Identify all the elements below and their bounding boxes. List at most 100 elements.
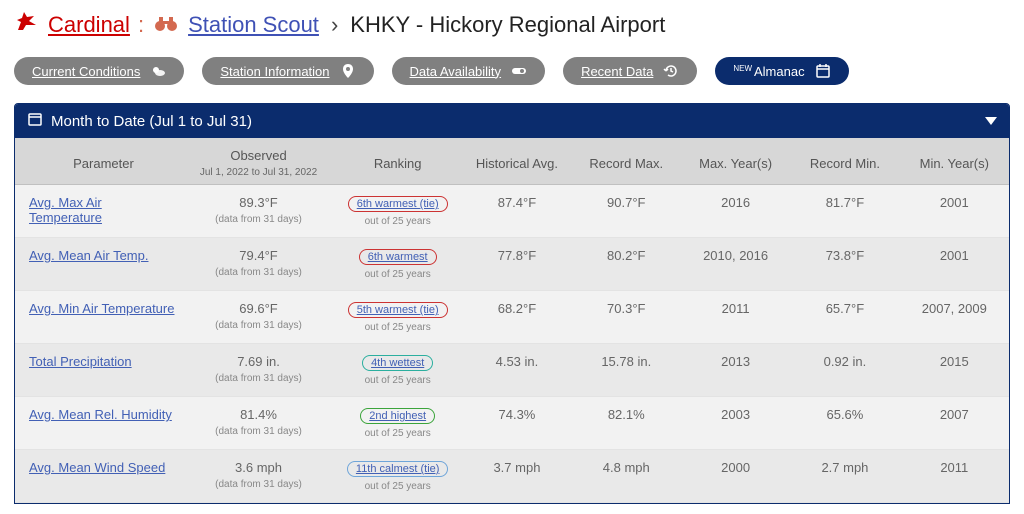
max-year-cell: 2000 (681, 450, 790, 503)
historical-avg-cell: 68.2°F (462, 291, 571, 344)
min-year-cell: 2015 (900, 344, 1009, 397)
ranking-pill[interactable]: 11th calmest (tie) (347, 461, 449, 477)
calendar-icon (815, 63, 831, 79)
almanac-table: Parameter ObservedJul 1, 2022 to Jul 31,… (15, 138, 1009, 503)
new-badge: NEW (733, 64, 752, 73)
calendar-icon (27, 111, 43, 131)
parameter-link[interactable]: Avg. Max Air Temperature (29, 195, 102, 225)
tab-data-availability[interactable]: Data Availability (392, 57, 546, 85)
ranking-cell: 11th calmest (tie)out of 25 years (333, 450, 462, 503)
table-row: Avg. Max Air Temperature 89.3°F(data from… (15, 185, 1009, 238)
tab-label: Current Conditions (32, 64, 140, 79)
parameter-link[interactable]: Total Precipitation (29, 354, 132, 369)
min-year-cell: 2007, 2009 (900, 291, 1009, 344)
ranking-pill[interactable]: 5th warmest (tie) (348, 302, 448, 318)
tab-label: Recent Data (581, 64, 653, 79)
ranking-pill[interactable]: 6th warmest (tie) (348, 196, 448, 212)
toggle-icon (511, 63, 527, 79)
observed-cell: 79.4°F(data from 31 days) (184, 238, 333, 291)
parameter-link[interactable]: Avg. Mean Air Temp. (29, 248, 148, 263)
almanac-panel: Month to Date (Jul 1 to Jul 31) Paramete… (14, 103, 1010, 504)
table-row: Avg. Mean Wind Speed 3.6 mph(data from 31… (15, 450, 1009, 503)
sun-cloud-icon (150, 63, 166, 79)
panel-header[interactable]: Month to Date (Jul 1 to Jul 31) (15, 104, 1009, 138)
historical-avg-cell: 87.4°F (462, 185, 571, 238)
observed-cell: 7.69 in.(data from 31 days) (184, 344, 333, 397)
station-title: KHKY - Hickory Regional Airport (350, 12, 665, 38)
max-year-cell: 2011 (681, 291, 790, 344)
col-max-years: Max. Year(s) (681, 138, 790, 185)
table-row: Total Precipitation 7.69 in.(data from 31… (15, 344, 1009, 397)
col-record-max: Record Max. (572, 138, 681, 185)
tab-label: Station Information (220, 64, 329, 79)
max-year-cell: 2003 (681, 397, 790, 450)
record-max-cell: 90.7°F (572, 185, 681, 238)
ranking-cell: 6th warmestout of 25 years (333, 238, 462, 291)
historical-avg-cell: 4.53 in. (462, 344, 571, 397)
tab-current-conditions[interactable]: Current Conditions (14, 57, 184, 85)
min-year-cell: 2011 (900, 450, 1009, 503)
record-max-cell: 4.8 mph (572, 450, 681, 503)
table-header-row: Parameter ObservedJul 1, 2022 to Jul 31,… (15, 138, 1009, 185)
parameter-link[interactable]: Avg. Mean Rel. Humidity (29, 407, 172, 422)
ranking-cell: 2nd highestout of 25 years (333, 397, 462, 450)
tab-almanac[interactable]: NEWAlmanac (715, 57, 848, 85)
panel-title: Month to Date (Jul 1 to Jul 31) (51, 113, 252, 130)
colon-text: : (138, 12, 144, 38)
min-year-cell: 2007 (900, 397, 1009, 450)
historical-avg-cell: 3.7 mph (462, 450, 571, 503)
tab-station-information[interactable]: Station Information (202, 57, 373, 85)
observed-cell: 3.6 mph(data from 31 days) (184, 450, 333, 503)
binoculars-icon (154, 12, 178, 38)
col-parameter: Parameter (15, 138, 184, 185)
ranking-pill[interactable]: 2nd highest (360, 408, 435, 424)
ranking-cell: 5th warmest (tie)out of 25 years (333, 291, 462, 344)
col-min-years: Min. Year(s) (900, 138, 1009, 185)
cardinal-bird-icon (14, 10, 40, 39)
table-row: Avg. Mean Air Temp. 79.4°F(data from 31 d… (15, 238, 1009, 291)
col-ranking: Ranking (333, 138, 462, 185)
historical-avg-cell: 77.8°F (462, 238, 571, 291)
ranking-cell: 4th wettestout of 25 years (333, 344, 462, 397)
record-min-cell: 0.92 in. (790, 344, 899, 397)
observed-cell: 81.4%(data from 31 days) (184, 397, 333, 450)
chevron-right-icon: › (331, 12, 338, 38)
ranking-pill[interactable]: 4th wettest (362, 355, 433, 371)
max-year-cell: 2013 (681, 344, 790, 397)
station-scout-link[interactable]: Station Scout (188, 12, 319, 38)
table-row: Avg. Min Air Temperature 69.6°F(data from… (15, 291, 1009, 344)
record-min-cell: 2.7 mph (790, 450, 899, 503)
observed-cell: 69.6°F(data from 31 days) (184, 291, 333, 344)
observed-cell: 89.3°F(data from 31 days) (184, 185, 333, 238)
collapse-icon[interactable] (985, 117, 997, 125)
record-min-cell: 65.7°F (790, 291, 899, 344)
record-max-cell: 70.3°F (572, 291, 681, 344)
col-historical-avg: Historical Avg. (462, 138, 571, 185)
min-year-cell: 2001 (900, 238, 1009, 291)
tab-bar: Current Conditions Station Information D… (14, 53, 1010, 85)
map-pin-icon (340, 63, 356, 79)
record-max-cell: 15.78 in. (572, 344, 681, 397)
max-year-cell: 2016 (681, 185, 790, 238)
tab-label: Almanac (754, 64, 805, 79)
record-max-cell: 80.2°F (572, 238, 681, 291)
tab-recent-data[interactable]: Recent Data (563, 57, 697, 85)
cardinal-link[interactable]: Cardinal (48, 12, 130, 38)
record-min-cell: 81.7°F (790, 185, 899, 238)
col-observed: ObservedJul 1, 2022 to Jul 31, 2022 (184, 138, 333, 185)
tab-label: Data Availability (410, 64, 502, 79)
ranking-pill[interactable]: 6th warmest (359, 249, 437, 265)
record-min-cell: 73.8°F (790, 238, 899, 291)
ranking-cell: 6th warmest (tie)out of 25 years (333, 185, 462, 238)
max-year-cell: 2010, 2016 (681, 238, 790, 291)
record-min-cell: 65.6% (790, 397, 899, 450)
page-breadcrumb: Cardinal: Station Scout › KHKY - Hickory… (14, 10, 1010, 39)
parameter-link[interactable]: Avg. Min Air Temperature (29, 301, 174, 316)
history-icon (663, 63, 679, 79)
col-record-min: Record Min. (790, 138, 899, 185)
parameter-link[interactable]: Avg. Mean Wind Speed (29, 460, 165, 475)
table-row: Avg. Mean Rel. Humidity 81.4%(data from 3… (15, 397, 1009, 450)
historical-avg-cell: 74.3% (462, 397, 571, 450)
min-year-cell: 2001 (900, 185, 1009, 238)
record-max-cell: 82.1% (572, 397, 681, 450)
